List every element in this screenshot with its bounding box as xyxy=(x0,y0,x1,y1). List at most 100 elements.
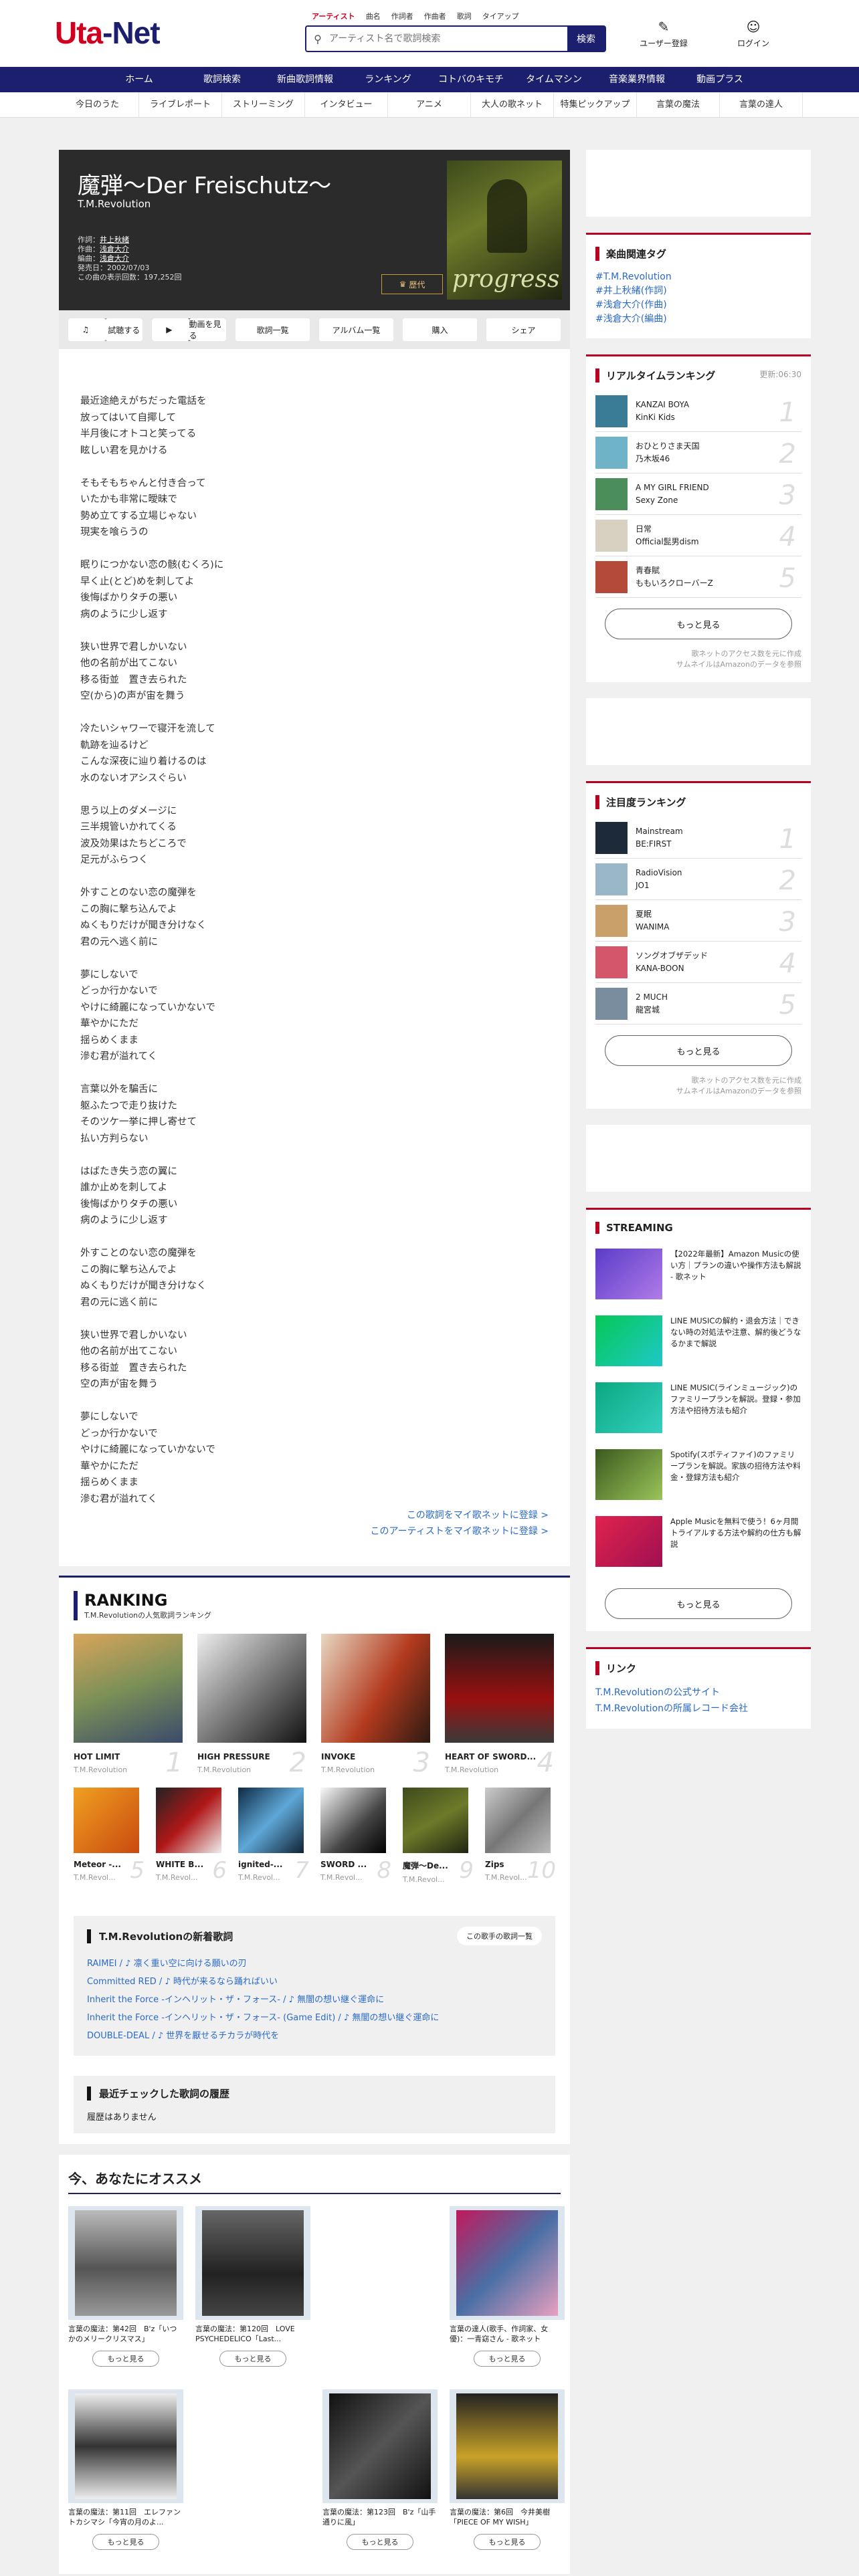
nav-kotoba[interactable]: コトバのキモチ xyxy=(430,67,512,92)
new-song-item[interactable]: RAIMEI / ♪ 凛く重い空に向ける願いの刃 xyxy=(87,1955,542,1973)
realtime-item[interactable]: KANZAI BOYA KinKi Kids 1 xyxy=(595,391,801,432)
recommend-more-button[interactable]: もっと見る xyxy=(474,2351,541,2367)
realtime-item[interactable]: 青春賦 ももいろクローバーZ 5 xyxy=(595,556,801,598)
nav-timemachine[interactable]: タイムマシン xyxy=(512,67,595,92)
attention-item[interactable]: RadioVision JO1 2 xyxy=(595,859,801,900)
ranking-card[interactable]: HIGH PRESSURE T.M.Revolution 2 xyxy=(197,1634,306,1778)
site-logo[interactable]: Uta-Net xyxy=(55,15,161,51)
subnav-streaming[interactable]: ストリーミング xyxy=(222,92,305,117)
tag-link[interactable]: #浅倉大介(作曲) xyxy=(595,298,801,312)
alltime-badge[interactable]: ♛ 歴代 xyxy=(381,274,443,294)
recommend-card[interactable]: 言葉の魔法：第6回 今井美樹「PIECE OF MY WISH」 もっと見る xyxy=(450,2389,565,2561)
recommend-card[interactable]: 言葉の魔法：第42回 B'z「いつかのメリークリスマス」 もっと見る xyxy=(68,2206,183,2377)
search-tab-tieup[interactable]: タイアップ xyxy=(477,11,524,21)
arranger-link[interactable]: 浅倉大介 xyxy=(100,254,129,263)
search-button[interactable]: 検索 xyxy=(567,27,605,51)
ranking-card[interactable]: WHITE B... T.M.Revol... 6 xyxy=(156,1788,227,1884)
attention-item[interactable]: 2 MUCH 龍宮城 5 xyxy=(595,983,801,1025)
album-jacket[interactable]: progress xyxy=(447,160,562,300)
search-type-tabs: アーティスト 曲名 作詞者 作曲者 歌詞 タイアップ xyxy=(306,11,524,21)
streaming-item[interactable]: 【2022年最新】Amazon Musicの使い方｜プランの違いや操作方法も解説… xyxy=(595,1243,801,1310)
nav-video[interactable]: 動画プラス xyxy=(678,67,761,92)
tag-link[interactable]: #T.M.Revolution xyxy=(595,270,801,284)
nav-lyrics-search[interactable]: 歌詞検索 xyxy=(181,67,264,92)
streaming-item[interactable]: LINE MUSIC(ラインミュージック)のファミリープランを解説。登録・参加方… xyxy=(595,1377,801,1444)
new-song-item[interactable]: DOUBLE-DEAL / ♪ 世界を厭せるチカラが時代を xyxy=(87,2027,542,2045)
subnav-interview[interactable]: インタビュー xyxy=(305,92,388,117)
realtime-item[interactable]: おひとりさま天国 乃木坂46 2 xyxy=(595,432,801,473)
recommend-more-button[interactable]: もっと見る xyxy=(219,2351,286,2367)
subnav-feature[interactable]: 特集ピックアップ xyxy=(554,92,637,117)
search-tab-lyricist[interactable]: 作詞者 xyxy=(386,11,419,21)
attention-more-button[interactable]: もっと見る xyxy=(605,1035,792,1066)
ranking-card[interactable]: INVOKE T.M.Revolution 3 xyxy=(321,1634,430,1778)
nav-home[interactable]: ホーム xyxy=(98,67,181,92)
buy-button[interactable]: 購入 xyxy=(403,318,477,341)
lyrics-list-button[interactable]: 歌詞一覧 xyxy=(235,318,310,341)
composer-link[interactable]: 浅倉大介 xyxy=(100,245,129,253)
ranking-card[interactable]: HOT LIMIT T.M.Revolution 1 xyxy=(74,1634,183,1778)
share-button[interactable]: シェア xyxy=(486,318,561,341)
search-input[interactable] xyxy=(329,33,567,44)
recommend-more-button[interactable]: もっと見る xyxy=(474,2534,541,2550)
new-song-item[interactable]: Inherit the Force -インヘリット・ザ・フォース- (Game … xyxy=(87,2009,542,2027)
ranking-card[interactable]: HEART OF SWORD... T.M.Revolution 4 xyxy=(445,1634,554,1778)
subnav-master[interactable]: 言葉の達人 xyxy=(720,92,803,117)
search-tab-song[interactable]: 曲名 xyxy=(361,11,386,21)
recommend-more-button[interactable]: もっと見る xyxy=(92,2534,159,2550)
subnav-today[interactable]: 今日のうた xyxy=(56,92,139,117)
listen-label: 試聴する xyxy=(105,318,142,341)
recommend-more-button[interactable]: もっと見る xyxy=(347,2534,413,2550)
song-artist[interactable]: T.M.Revolution xyxy=(78,198,151,210)
record-label-link[interactable]: T.M.Revolutionの所属レコード会社 xyxy=(595,1701,801,1717)
ranking-card[interactable]: Meteor -... T.M.Revol... 5 xyxy=(74,1788,145,1884)
recommend-card[interactable]: 言葉の魔法：第11回 エレファントカシマシ「今宵の月のよ... もっと見る xyxy=(68,2389,183,2561)
tag-link[interactable]: #浅倉大介(編曲) xyxy=(595,312,801,326)
ranking-card[interactable]: 魔弾〜De... T.M.Revol... 9 xyxy=(403,1788,474,1884)
search-tab-artist[interactable]: アーティスト xyxy=(306,11,361,21)
realtime-item[interactable]: 日常 Official髭男dism 4 xyxy=(595,515,801,556)
recommend-more-button[interactable]: もっと見る xyxy=(92,2351,159,2367)
streaming-item[interactable]: LINE MUSICの解約・退会方法｜できない時の対処法や注意、解約後どうなるか… xyxy=(595,1310,801,1377)
recommend-card[interactable]: 言葉の魔法：第120回 LOVE PSYCHEDELICO「Last... もっと… xyxy=(195,2206,310,2377)
realtime-more-button[interactable]: もっと見る xyxy=(605,609,792,639)
streaming-more-button[interactable]: もっと見る xyxy=(605,1588,792,1619)
new-song-item[interactable]: Committed RED / ♪ 時代が来るなら踊ればいい xyxy=(87,1973,542,1991)
listen-button[interactable]: ♫ 試聴する xyxy=(68,318,142,341)
register-artist-link[interactable]: このアーティストをマイ歌ネットに登録 > xyxy=(80,1523,549,1539)
video-button[interactable]: ▶ 動画を見る xyxy=(152,318,226,341)
nav-ranking[interactable]: ランキング xyxy=(347,67,430,92)
register-song-link[interactable]: この歌詞をマイ歌ネットに登録 > xyxy=(80,1507,549,1523)
recommend-empty-slot xyxy=(322,2206,438,2377)
attention-item[interactable]: ソングオブザデッド KANA-BOON 4 xyxy=(595,942,801,983)
nav-new-lyrics[interactable]: 新曲歌詞情報 xyxy=(264,67,347,92)
attention-item[interactable]: Mainstream BE:FIRST 1 xyxy=(595,817,801,859)
lyrics-stanza: 外すことのない恋の魔弾を この胸に撃ち込んでよ ぬくもりだけが聞き分けなく 君の… xyxy=(80,1248,207,1308)
search-tab-lyrics[interactable]: 歌詞 xyxy=(452,11,477,21)
subnav-magic[interactable]: 言葉の魔法 xyxy=(637,92,720,117)
user-icon: ☺ xyxy=(746,19,761,35)
album-list-button[interactable]: アルバム一覧 xyxy=(319,318,393,341)
search-tab-composer[interactable]: 作曲者 xyxy=(419,11,452,21)
subnav-anime[interactable]: アニメ xyxy=(388,92,471,117)
nav-industry[interactable]: 音楽業界情報 xyxy=(595,67,678,92)
subnav-live[interactable]: ライブレポート xyxy=(139,92,222,117)
new-song-item[interactable]: Inherit the Force -インヘリット・ザ・フォース- / ♪ 無闇… xyxy=(87,1991,542,2009)
streaming-item[interactable]: Spotify(スポティファイ)のファミリープランを解説。家族の招待方法や料金・… xyxy=(595,1444,801,1511)
recommend-text: 言葉の魔法：第123回 B'z「山手通りに風」 xyxy=(322,2508,436,2527)
recommend-card[interactable]: 言葉の魔法：第123回 B'z「山手通りに風」 もっと見る xyxy=(322,2389,438,2561)
ranking-card[interactable]: SWORD ... T.M.Revol... 8 xyxy=(320,1788,391,1884)
recommend-card[interactable]: 言葉の達人(歌手、作詞家、女優)：一青窈さん - 歌ネット もっと見る xyxy=(450,2206,565,2377)
register-button[interactable]: ✎ ユーザー登録 xyxy=(637,19,690,49)
tag-link[interactable]: #井上秋緒(作詞) xyxy=(595,284,801,298)
ranking-card[interactable]: ignited-... T.M.Revol... 7 xyxy=(238,1788,309,1884)
artist-lyrics-list-button[interactable]: この歌手の歌詞一覧 xyxy=(457,1927,542,1945)
subnav-adult[interactable]: 大人の歌ネット xyxy=(471,92,554,117)
realtime-item[interactable]: A MY GIRL FRIEND Sexy Zone 3 xyxy=(595,473,801,515)
ranking-card[interactable]: Zips T.M.Revol... 10 xyxy=(485,1788,556,1884)
attention-item[interactable]: 夏眠 WANIMA 3 xyxy=(595,900,801,942)
lyricist-link[interactable]: 井上秋緒 xyxy=(100,235,129,244)
streaming-item[interactable]: Apple Musicを無料で使う！6ヶ月間トライアルする方法や解約の仕方も解説 xyxy=(595,1511,801,1578)
official-site-link[interactable]: T.M.Revolutionの公式サイト xyxy=(595,1685,801,1701)
login-button[interactable]: ☺ ログイン xyxy=(727,19,780,49)
